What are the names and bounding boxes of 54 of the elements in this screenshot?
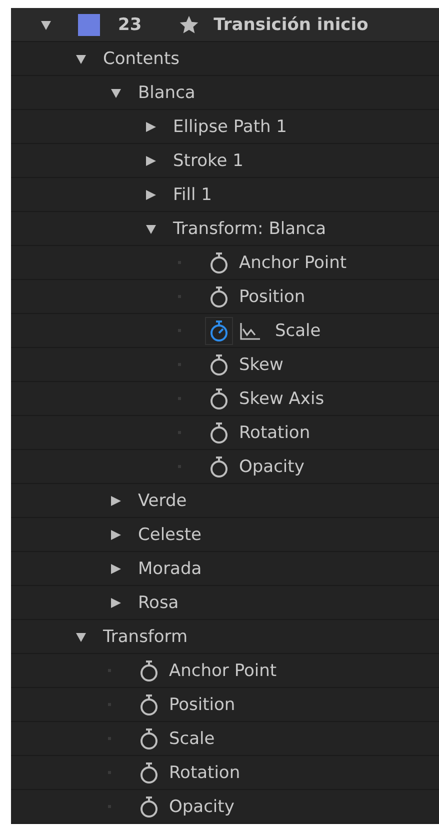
expand-triangle-icon[interactable] bbox=[145, 188, 157, 200]
property-label: Skew Axis bbox=[239, 388, 324, 408]
property-label: Position bbox=[239, 286, 306, 306]
stopwatch-icon[interactable] bbox=[139, 660, 159, 682]
group-label: Morada bbox=[138, 558, 202, 578]
stopwatch-icon[interactable] bbox=[209, 388, 229, 410]
property-label: Rotation bbox=[169, 762, 240, 782]
stopwatch-icon[interactable] bbox=[209, 354, 229, 376]
stopwatch-icon[interactable] bbox=[139, 796, 159, 818]
layer-row[interactable]: 23 Transición inicio bbox=[11, 8, 439, 42]
expand-triangle-icon[interactable] bbox=[145, 154, 157, 166]
collapse-triangle-icon[interactable] bbox=[145, 222, 157, 234]
property-label: Skew bbox=[239, 354, 284, 374]
group-label: Contents bbox=[103, 48, 180, 68]
group-label: Stroke 1 bbox=[173, 150, 244, 170]
group-label: Ellipse Path 1 bbox=[173, 116, 287, 136]
stopwatch-icon[interactable] bbox=[139, 762, 159, 784]
group-label: Rosa bbox=[138, 592, 179, 612]
label-color-swatch[interactable] bbox=[78, 14, 100, 36]
collapse-triangle-icon[interactable] bbox=[110, 86, 122, 98]
group-label: Blanca bbox=[138, 82, 196, 102]
stopwatch-icon[interactable] bbox=[209, 286, 229, 308]
group-label: Celeste bbox=[138, 524, 202, 544]
property-label: Opacity bbox=[239, 456, 304, 476]
expand-triangle-icon[interactable] bbox=[110, 596, 122, 608]
layer-name: Transición inicio bbox=[214, 14, 368, 34]
expand-triangle-icon[interactable] bbox=[110, 562, 122, 574]
property-label: Anchor Point bbox=[169, 660, 277, 680]
expand-triangle-icon[interactable] bbox=[110, 494, 122, 506]
group-label: Fill 1 bbox=[173, 184, 212, 204]
expand-triangle-icon[interactable] bbox=[110, 528, 122, 540]
stopwatch-icon[interactable] bbox=[209, 252, 229, 274]
group-label: Verde bbox=[138, 490, 187, 510]
property-label: Scale bbox=[169, 728, 215, 748]
collapse-triangle-icon[interactable] bbox=[40, 18, 52, 30]
stopwatch-icon[interactable] bbox=[139, 728, 159, 750]
property-label: Position bbox=[169, 694, 236, 714]
property-label: Scale bbox=[275, 320, 321, 340]
collapse-triangle-icon[interactable] bbox=[75, 52, 87, 64]
group-label: Transform: Blanca bbox=[173, 218, 326, 238]
stopwatch-icon[interactable] bbox=[209, 422, 229, 444]
group-label: Transform bbox=[103, 626, 188, 646]
expand-triangle-icon[interactable] bbox=[145, 120, 157, 132]
collapse-triangle-icon[interactable] bbox=[75, 630, 87, 642]
star-icon bbox=[178, 14, 200, 36]
layer-number: 23 bbox=[118, 14, 142, 34]
stopwatch-icon[interactable] bbox=[139, 694, 159, 716]
property-label: Anchor Point bbox=[239, 252, 347, 272]
property-row[interactable]: Scale bbox=[11, 314, 439, 348]
property-label: Opacity bbox=[169, 796, 234, 816]
stopwatch-icon[interactable] bbox=[209, 320, 229, 342]
graph-icon[interactable] bbox=[239, 320, 261, 340]
property-label: Rotation bbox=[239, 422, 310, 442]
stopwatch-icon[interactable] bbox=[209, 456, 229, 478]
